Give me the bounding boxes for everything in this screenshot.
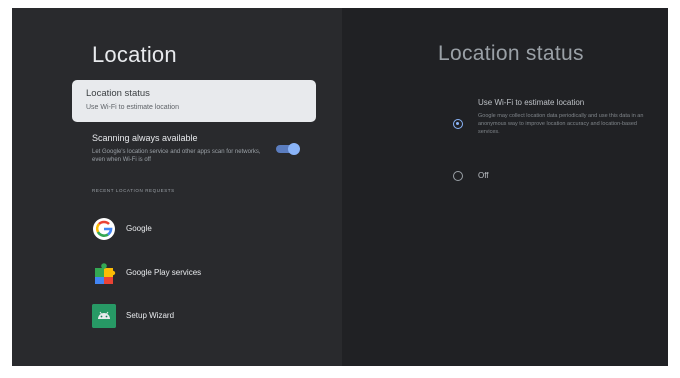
app-item-google[interactable]: Google [92,217,312,243]
google-g-icon [92,217,116,241]
toggle-knob [288,143,300,155]
app-label: Google [126,224,152,233]
app-item-play-services[interactable]: Google Play services [92,261,312,287]
app-label: Setup Wizard [126,311,175,320]
scanning-description: Let Google's location service and other … [92,149,261,163]
location-status-subtitle: Use Wi-Fi to estimate location [86,104,179,111]
app-label: Google Play services [126,268,202,277]
off-option-title[interactable]: Off [478,171,489,180]
detail-title: Location status [438,42,584,65]
page-title: Location [92,42,177,67]
android-robot-icon [92,304,116,328]
scanning-toggle[interactable] [276,143,300,155]
app-item-setup-wizard[interactable]: Setup Wizard [92,304,312,330]
recent-requests-label: RECENT LOCATION REQUESTS [92,188,175,193]
off-radio[interactable] [453,171,463,181]
wifi-estimate-radio[interactable] [453,119,463,129]
location-status-title: Location status [86,88,150,99]
wifi-estimate-option-description: Google may collect location data periodi… [478,113,644,135]
scanning-title[interactable]: Scanning always available [92,133,198,143]
location-status-item[interactable]: Location status Use Wi-Fi to estimate lo… [72,80,316,122]
play-services-puzzle-icon [92,261,116,285]
wifi-estimate-option-title[interactable]: Use Wi-Fi to estimate location [478,98,584,107]
